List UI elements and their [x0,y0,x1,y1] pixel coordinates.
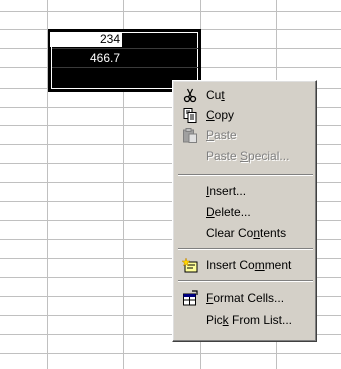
menu-item-paste[interactable]: Paste [176,126,313,144]
menu-item-label: Clear Contents [206,226,287,240]
menu-item-cut[interactable]: Cut [176,86,313,104]
menu-item-label: Insert... [206,184,247,198]
menu-item-label: Format Cells... [206,291,285,305]
menu-separator [178,280,313,282]
menu-item-insert[interactable]: Insert... [176,182,313,200]
menu-item-copy[interactable]: Copy [176,106,313,124]
scissors-icon [183,88,197,103]
menu-item-format-cells[interactable]: Format Cells... [176,289,313,307]
menu-item-paste-special[interactable]: Paste Special... [176,147,313,165]
menu-item-clear-contents[interactable]: Clear Contents [176,224,313,242]
menu-item-label: Delete... [206,205,251,219]
menu-item-label: Cut [206,88,225,102]
cell-value[interactable]: 466.7 [50,51,120,66]
menu-item-delete[interactable]: Delete... [176,203,313,221]
menu-item-insert-comment[interactable]: Insert Comment [176,256,313,274]
menu-item-pick-from-list[interactable]: Pick From List... [176,311,313,329]
format-cells-icon [183,290,198,306]
menu-item-label: Paste [206,128,237,142]
cell-value[interactable]: 234 [50,32,120,47]
context-menu: Cut Copy Paste Paste Special... Insert..… [172,80,317,342]
selection-row-line [52,67,198,68]
menu-separator [178,248,313,250]
comment-icon [182,257,198,273]
menu-separator [178,174,313,176]
menu-item-label: Pick From List... [206,313,293,327]
copy-icon [183,108,197,123]
menu-item-label: Paste Special... [206,149,290,163]
paste-icon [183,128,197,143]
selection-row-line [52,48,198,49]
menu-item-label: Copy [206,108,235,122]
menu-item-label: Insert Comment [206,258,292,272]
row-line [0,353,341,354]
row-line [0,11,341,12]
